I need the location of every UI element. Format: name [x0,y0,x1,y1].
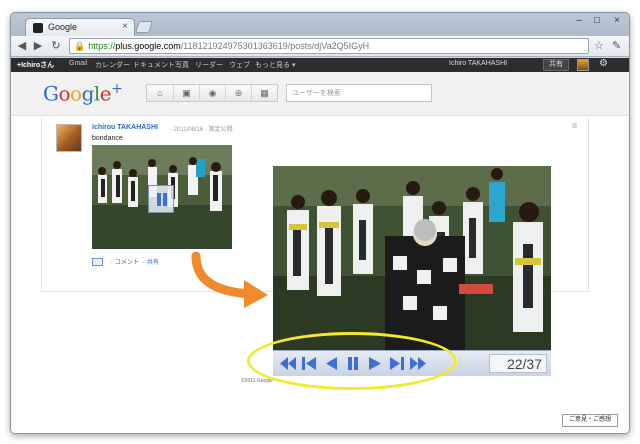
gbar-item-gmail[interactable]: Gmail [69,60,87,67]
yellow-highlight-ellipse [247,332,457,390]
close-window-button[interactable]: × [609,15,625,26]
lock-icon: 🔒 [74,41,86,51]
gbar-item-plus[interactable]: +Ichiroさん [17,60,54,70]
tab-title: Google [48,22,78,32]
post-text: bondance [92,135,123,142]
plusone-icon[interactable] [92,258,103,267]
photo-counter: 22/37 [489,354,547,373]
post-author-avatar[interactable] [56,124,82,152]
url-scheme: https:// [88,41,116,51]
photos-icon[interactable]: ▣ [173,85,199,101]
browser-tab[interactable]: Google × [25,18,135,37]
post-author-name[interactable]: Ichirou TAKAHASHI [92,124,158,131]
avatar[interactable] [577,59,589,71]
logo-plus: + [111,81,123,97]
gbar-item-web[interactable]: ウェブ [229,60,250,70]
people-search-input[interactable] [286,84,432,102]
screenshot-stage: Google × – □ × ◀ ▶ ↻ 🔒 https://plus.googl… [0,0,640,444]
maximize-button[interactable]: □ [589,15,605,26]
share-button[interactable]: 共有 [543,59,569,71]
circles-icon[interactable]: ⊛ [225,85,251,101]
gplus-header: Google+ ⌂ ▣ ◉ ⊛ ▦ [11,72,629,116]
reload-icon[interactable]: ↻ [49,39,63,53]
gbar-item-reader[interactable]: リーダー [195,60,223,70]
url-host: plus.google.com [115,41,181,51]
address-bar[interactable]: 🔒 https://plus.google.com/118121924975301… [69,38,589,54]
profile-icon[interactable]: ◉ [199,85,225,101]
logo-letter: e [99,81,112,106]
action-separator: - [110,260,112,266]
post-actions: - コメント - 共有 [92,257,159,267]
minimize-button[interactable]: – [571,15,587,26]
forward-arrow-icon[interactable]: ▶ [31,39,45,53]
gplus-nav: ⌂ ▣ ◉ ⊛ ▦ [146,84,278,102]
logo-letter: o [58,81,71,106]
title-bar: Google × – □ × [11,13,629,37]
google-bar: +Ichiroさん Gmail カレンダー ドキュメント 写真 リーダー ウェブ… [11,58,629,72]
google-plus-logo[interactable]: Google+ [43,81,123,106]
orange-arrow-icon [191,251,268,308]
gbar-user-name[interactable]: Ichiro TAKAHASHI [449,60,507,67]
back-arrow-icon[interactable]: ◀ [15,39,29,53]
tab-close-icon[interactable]: × [122,21,128,32]
copyright-text: ©2011 Google [241,378,273,384]
gbar-item-photos[interactable]: 写真 [175,60,189,70]
games-icon[interactable]: ▦ [251,85,277,101]
browser-toolbar: ◀ ▶ ↻ 🔒 https://plus.google.com/118121924… [11,36,629,57]
star-icon[interactable]: ☆ [594,39,604,52]
viewer-photo[interactable] [273,166,551,350]
gbar-item-more[interactable]: もっと見る ▾ [255,60,295,70]
logo-letter: G [43,81,59,106]
action-separator: - [142,260,145,266]
gbar-item-calendar[interactable]: カレンダー [95,60,130,70]
share-link[interactable]: 共有 [147,260,159,266]
post-meta: - 2011/08/16 - 限定公開 [170,127,233,133]
pause-icon[interactable] [148,185,174,213]
gbar-item-documents[interactable]: ドキュメント [133,60,175,70]
new-tab-button[interactable] [135,21,153,33]
home-icon[interactable]: ⌂ [147,85,173,101]
post-photo-thumbnail[interactable] [92,145,232,249]
dance-photo-large [273,166,551,350]
favicon-icon [33,23,43,33]
feedback-button[interactable]: ご意見・ご感想 [562,414,618,427]
logo-letter: o [70,81,82,106]
wrench-icon[interactable]: ✎ [612,39,621,52]
logo-letter: g [81,81,95,106]
post-close-icon[interactable]: ⊗ [571,121,578,130]
comment-link[interactable]: コメント [115,260,139,266]
gear-icon[interactable]: ⚙ [599,58,608,69]
url-path: /118121924975301363619/posts/djVa2Q5IGyH [180,41,370,51]
